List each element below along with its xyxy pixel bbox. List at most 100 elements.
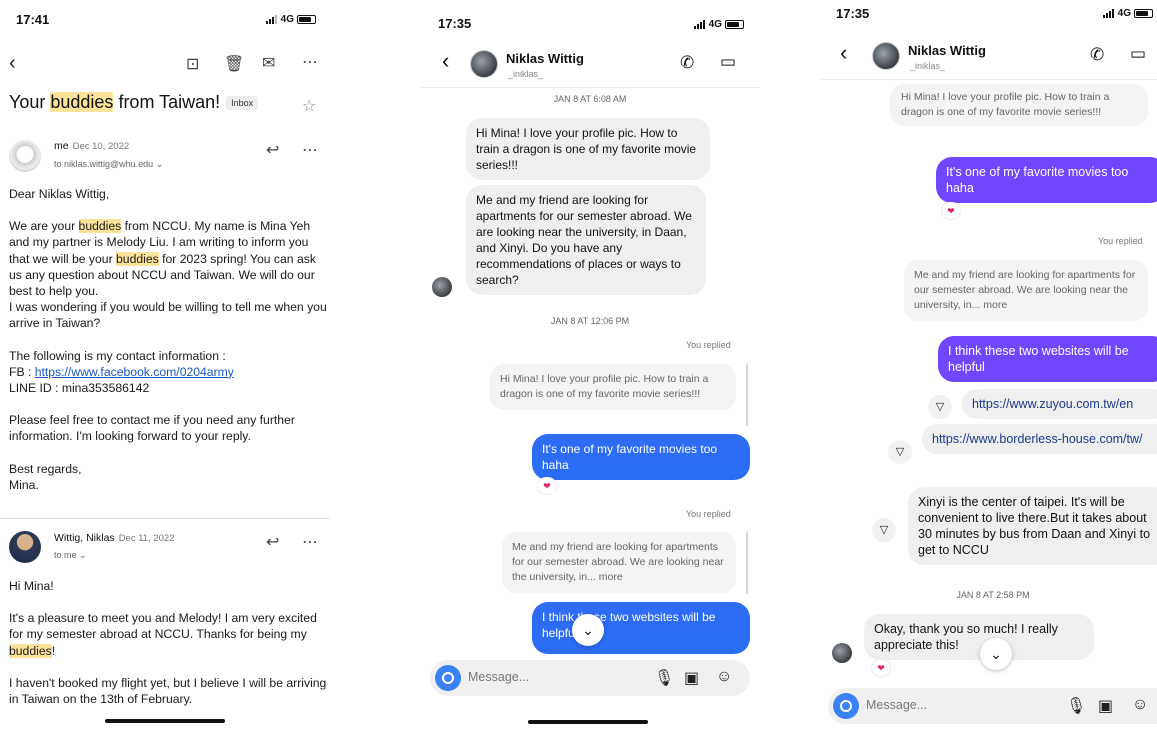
message-composer[interactable]: Message... 🎙 ▣ ☺ <box>828 688 1157 724</box>
sign-off: Best regards, Mina. <box>9 461 82 492</box>
heart-reaction-icon[interactable]: ❤ <box>872 660 890 676</box>
recipient-line[interactable]: to niklas.wittig@whu.edu ⌄ <box>54 159 163 170</box>
incoming-message[interactable]: Xinyi is the center of taipei. It's will… <box>908 487 1157 565</box>
back-icon[interactable]: ‹ <box>840 40 847 66</box>
quote-bar <box>746 532 748 594</box>
avatar[interactable] <box>9 531 41 563</box>
contact-info: The following is my contact information … <box>9 348 234 396</box>
status-right: 4G <box>1102 8 1153 19</box>
gallery-icon[interactable]: ▣ <box>684 668 699 688</box>
status-time: 17:41 <box>16 12 50 27</box>
message-body: Hi Mina! It's a pleasure to meet you and… <box>9 578 327 723</box>
incoming-message[interactable]: Hi Mina! I love your profile pic. How to… <box>466 118 710 180</box>
link-message[interactable]: https://www.zuyou.com.tw/en <box>962 389 1157 419</box>
recipient-line[interactable]: to me ⌄ <box>54 550 87 561</box>
quoted-message[interactable]: Hi Mina! I love your profile pic. How to… <box>490 364 736 410</box>
paragraph: I haven't booked my flight yet, but I be… <box>9 675 327 707</box>
sticker-icon[interactable]: ☺ <box>716 668 732 686</box>
quoted-message[interactable]: Hi Mina! I love your profile pic. How to… <box>890 84 1148 126</box>
chat-panel-2: 17:35 4G ‹ Niklas Wittig _iniklas_ ✆ ▭ H… <box>818 0 1157 749</box>
signal-icon <box>265 15 278 24</box>
avatar[interactable] <box>872 42 900 70</box>
outgoing-message[interactable]: I think these two websites will be helpf… <box>532 602 750 654</box>
home-indicator[interactable] <box>105 719 225 723</box>
heart-reaction-icon[interactable]: ❤ <box>538 478 556 494</box>
more-icon[interactable]: ⋯ <box>302 140 318 160</box>
archive-icon[interactable]: ⊡ <box>186 54 199 74</box>
contact-handle: _iniklas_ <box>508 69 544 79</box>
phone-icon[interactable]: ✆ <box>680 53 694 73</box>
share-icon[interactable]: ▽ <box>888 440 912 464</box>
microphone-icon[interactable]: 🎙 <box>654 668 674 688</box>
outgoing-message[interactable]: I think these two websites will be helpf… <box>938 336 1157 382</box>
avatar <box>832 643 852 663</box>
message-composer[interactable]: Message... 🎙 ▣ ☺ <box>430 660 750 696</box>
battery-icon <box>725 20 744 29</box>
incoming-message[interactable]: Okay, thank you so much! I really apprec… <box>864 614 1094 660</box>
timestamp: JAN 8 AT 6:08 AM <box>553 94 627 104</box>
battery-icon <box>297 15 316 24</box>
home-indicator[interactable] <box>528 720 648 724</box>
sender-name: Wittig, Niklas Dec 11, 2022 <box>54 532 175 544</box>
contact-name[interactable]: Niklas Wittig <box>506 51 584 66</box>
contact-name[interactable]: Niklas Wittig <box>908 43 986 58</box>
email-panel: 17:41 4G ‹ ⊡ 🗑 ✉ ⋯ Your buddies from Tai… <box>0 0 330 749</box>
sticker-icon[interactable]: ☺ <box>1132 696 1148 714</box>
status-bar: 17:41 4G <box>0 10 330 30</box>
more-icon[interactable]: ⋯ <box>302 52 318 72</box>
back-icon[interactable]: ‹ <box>442 48 449 74</box>
back-icon[interactable]: ‹ <box>9 52 16 75</box>
status-time: 17:35 <box>438 16 472 31</box>
you-replied-label: You replied <box>686 340 731 350</box>
share-icon[interactable]: ▽ <box>872 518 896 542</box>
facebook-link[interactable]: https://www.facebook.com/0204army <box>35 365 234 379</box>
mail-icon[interactable]: ✉ <box>262 53 275 73</box>
incoming-message[interactable]: Me and my friend are looking for apartme… <box>466 185 706 295</box>
paragraph: It's a pleasure to meet you and Melody! … <box>9 611 317 658</box>
reply-icon[interactable]: ↩ <box>266 140 279 160</box>
video-icon[interactable]: ▭ <box>720 52 736 72</box>
greeting: Hi Mina! <box>9 579 54 593</box>
heart-reaction-icon[interactable]: ❤ <box>942 203 960 219</box>
more-icon[interactable]: ⋯ <box>302 532 318 552</box>
battery-icon <box>1134 9 1153 18</box>
paragraph: Please feel free to contact me if you ne… <box>9 413 295 444</box>
quoted-message[interactable]: Me and my friend are looking for apartme… <box>502 532 736 593</box>
message-input[interactable]: Message... <box>866 698 927 712</box>
avatar[interactable] <box>9 140 41 172</box>
share-icon[interactable]: ▽ <box>928 395 952 419</box>
email-subject: Your buddies from Taiwan! Inbox <box>9 92 259 113</box>
timestamp: JAN 8 AT 12:06 PM <box>550 316 630 326</box>
outgoing-message[interactable]: It's one of my favorite movies too haha <box>936 157 1157 203</box>
camera-icon[interactable] <box>435 665 461 691</box>
network-label: 4G <box>280 14 294 25</box>
status-bar: 17:35 4G <box>420 10 760 31</box>
delete-icon[interactable]: 🗑 <box>224 54 244 74</box>
divider <box>0 518 330 519</box>
status-right: 4G <box>265 14 316 25</box>
contact-handle: _iniklas_ <box>910 61 946 71</box>
camera-icon[interactable] <box>833 693 859 719</box>
you-replied-label: You replied <box>1098 236 1143 246</box>
chat-panel-1: 17:35 4G ‹ Niklas Wittig _iniklas_ ✆ ▭ J… <box>420 0 760 749</box>
message-input[interactable]: Message... <box>468 670 529 684</box>
quote-bar <box>746 364 748 426</box>
quoted-message[interactable]: Me and my friend are looking for apartme… <box>904 260 1148 321</box>
star-icon[interactable]: ☆ <box>302 96 316 116</box>
link-message[interactable]: https://www.borderless-house.com/tw/ <box>922 424 1157 454</box>
timestamp: JAN 8 AT 2:58 PM <box>956 590 1030 600</box>
chat-header: ‹ Niklas Wittig _iniklas_ ✆ ▭ <box>818 36 1157 80</box>
gallery-icon[interactable]: ▣ <box>1098 696 1113 716</box>
status-right: 4G <box>693 19 744 30</box>
phone-icon[interactable]: ✆ <box>1090 45 1104 65</box>
avatar[interactable] <box>470 50 498 78</box>
outgoing-message[interactable]: It's one of my favorite movies too haha <box>532 434 750 480</box>
inbox-label[interactable]: Inbox <box>226 96 259 111</box>
scroll-down-button[interactable]: ⌄ <box>572 614 604 646</box>
scroll-down-button[interactable]: ⌄ <box>980 638 1012 670</box>
microphone-icon[interactable]: 🎙 <box>1066 696 1086 716</box>
avatar <box>432 277 452 297</box>
video-icon[interactable]: ▭ <box>1130 44 1146 64</box>
reply-icon[interactable]: ↩ <box>266 532 279 552</box>
sender-name: me Dec 10, 2022 <box>54 140 130 152</box>
